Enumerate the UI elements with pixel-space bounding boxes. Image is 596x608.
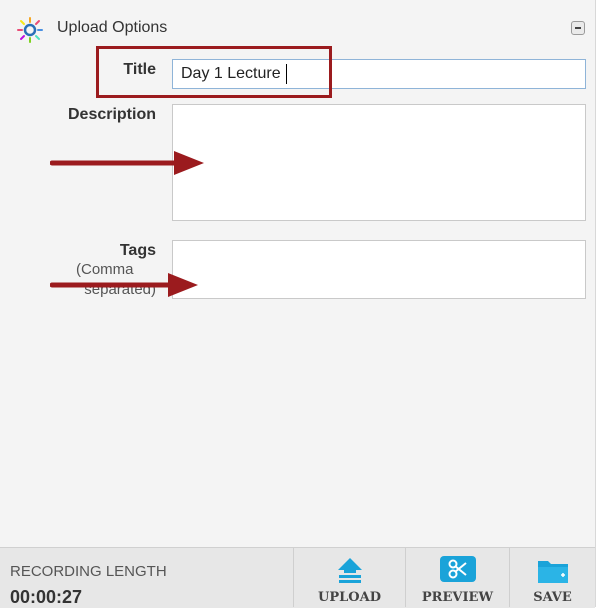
description-arrow [50, 151, 204, 175]
recording-length-value: 00:00:27 [10, 587, 83, 607]
folder-icon [537, 561, 568, 583]
preview-button[interactable]: PREVIEW [405, 548, 509, 607]
upload-button-label: UPLOAD [318, 590, 381, 605]
save-button-label: SAVE [533, 590, 572, 605]
title-highlight-box [96, 46, 332, 98]
preview-button-label: PREVIEW [421, 590, 494, 605]
tags-input[interactable] [172, 240, 586, 299]
description-textarea[interactable] [172, 104, 586, 221]
save-button[interactable]: SAVE [509, 548, 595, 607]
panel-header: Upload Options [0, 0, 595, 48]
recording-length-label: RECORDING LENGTH [10, 563, 167, 580]
description-label: Description [67, 106, 156, 123]
tags-label: Tags [119, 242, 156, 259]
upload-button[interactable]: UPLOAD [293, 548, 405, 607]
tags-arrow [50, 273, 198, 297]
upload-options-panel: Upload Options Title Description Tags (C… [0, 0, 596, 608]
collapse-button[interactable] [571, 21, 585, 35]
app-logo-icon [17, 17, 43, 43]
panel-title: Upload Options [57, 19, 168, 36]
scissors-icon [439, 556, 476, 582]
upload-icon [337, 558, 362, 583]
